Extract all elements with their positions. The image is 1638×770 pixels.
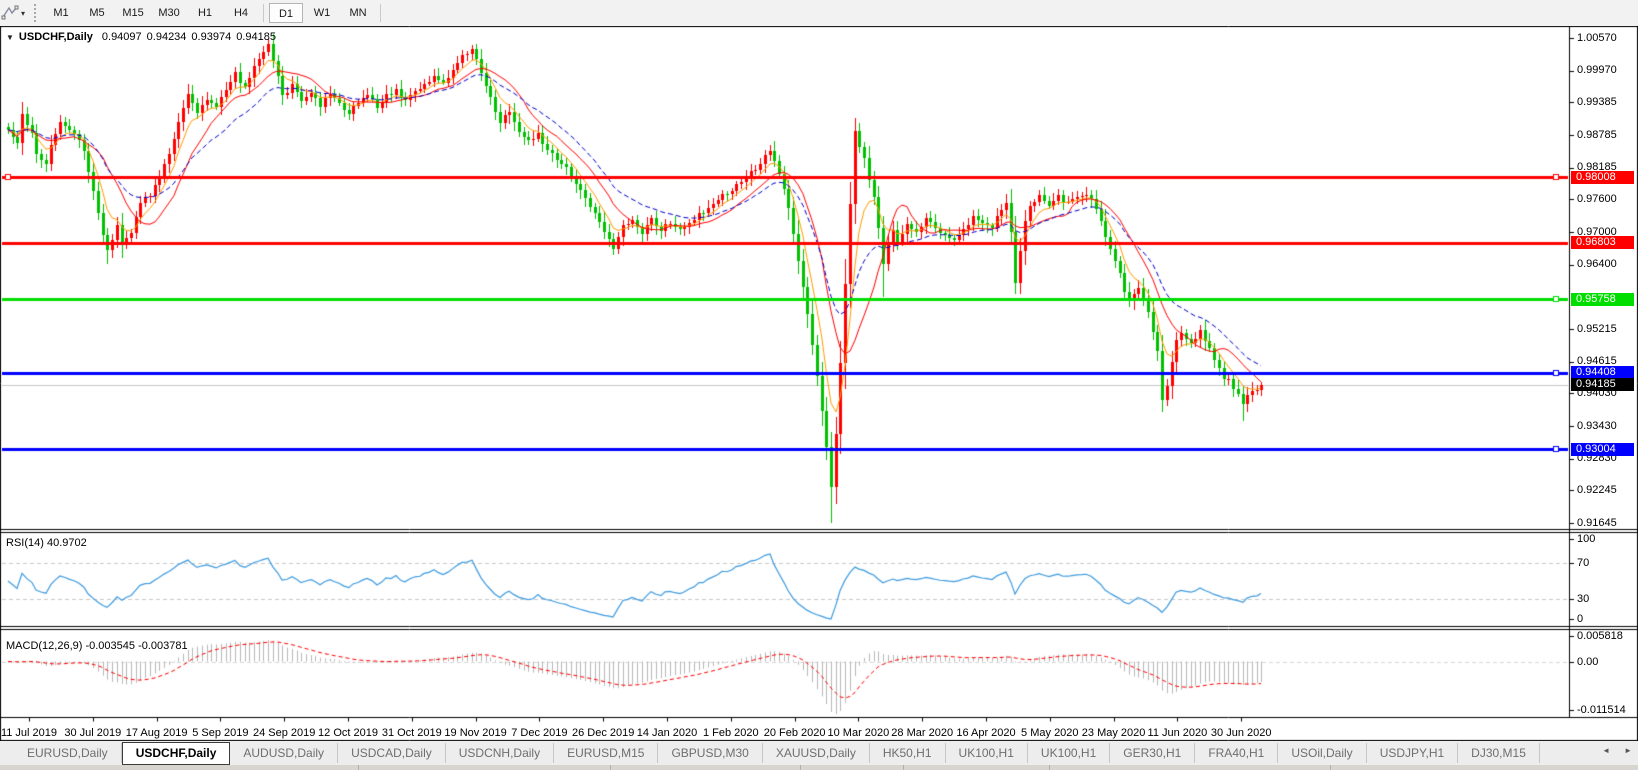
chart-tab-usdjpy-h1[interactable]: USDJPY,H1 [1367,743,1459,763]
timeframe-button-m1[interactable]: M1 [44,3,78,23]
chart-window: ▼ USDCHF,Daily 0.94097 0.94234 0.93974 0.9418… [0,26,1638,741]
status-bar-divider [1330,765,1331,770]
date-label: 5 May 2020 [1021,727,1079,739]
chart-tab-dj30-m15[interactable]: DJ30,M15 [1458,743,1540,763]
price-tick-label: 0.97600 [1577,192,1617,205]
chart-tab-gbpusd-m30[interactable]: GBPUSD,M30 [658,743,763,763]
drawing-tool-group: ▾ [0,4,29,22]
date-label: 31 Oct 2019 [381,727,442,739]
timeframe-button-mn[interactable]: MN [341,3,375,23]
price-level-tag-0.94408: 0.94408 [1571,366,1634,380]
toolbar-separator [380,4,382,22]
rsi-scale-label: 0 [1577,613,1584,625]
date-label: 24 Sep 2019 [252,727,316,739]
rsi-indicator-label: RSI(14) 40.9702 [6,537,87,549]
timeframe-button-h4[interactable]: H4 [224,3,258,23]
ohlc-high: 0.94234 [146,31,187,43]
rsi-scale-label: 30 [1577,593,1590,605]
chart-tab-usdcad-daily[interactable]: USDCAD,Daily [338,743,446,763]
rsi-scale-label: 100 [1577,533,1596,545]
current-price-tag-0.94185: 0.94185 [1571,378,1634,392]
date-label: 19 Nov 2019 [444,727,507,739]
macd-scale-label: 0.00 [1577,655,1599,668]
chart-tab-hk50-h1[interactable]: HK50,H1 [870,743,946,763]
chart-symbol-label: USDCHF,Daily [18,31,93,43]
toolbar-dropdown-arrow-icon[interactable]: ▾ [21,9,25,18]
date-label: 20 Feb 2020 [763,727,826,739]
price-tick-label: 0.99385 [1577,95,1617,108]
date-label: 10 Mar 2020 [827,727,890,739]
price-level-tag-0.93004: 0.93004 [1571,442,1634,456]
timeframe-buttons: M1 M5 M15 M30 H1 H4 D1 W1 MN [43,3,385,23]
date-label: 11 Jun 2020 [1147,727,1208,739]
date-label: 30 Jul 2019 [64,727,122,739]
chart-tab-uk100-h1[interactable]: UK100,H1 [946,743,1028,763]
macd-scale-label: 0.005818 [1577,630,1623,642]
timeframe-button-w1[interactable]: W1 [305,3,339,23]
price-tick-label: 0.95215 [1577,322,1617,335]
chart-tab-ger30-h1[interactable]: GER30,H1 [1110,743,1196,763]
chart-tab-eurusd-daily[interactable]: EURUSD,Daily [14,743,122,763]
timeframe-button-m30[interactable]: M30 [152,3,186,23]
tab-scroll-buttons: ◄ ► [1602,746,1632,755]
chart-tab-fra40-h1[interactable]: FRA40,H1 [1195,743,1279,763]
tab-scroll-right-icon[interactable]: ► [1624,746,1632,755]
date-label: 23 May 2020 [1081,727,1146,739]
price-tick-label: 0.91645 [1577,516,1617,529]
drawing-tool-icon[interactable] [1,4,19,22]
timeframe-button-m15[interactable]: M15 [116,3,150,23]
timeframe-button-h1[interactable]: H1 [188,3,222,23]
toolbar-separator [263,4,265,22]
status-bar-divider [800,765,801,770]
price-tick-label: 0.99970 [1577,64,1617,77]
chart-tab-bar: EURUSD,Daily USDCHF,Daily AUDUSD,Daily USDC… [0,741,1638,765]
status-bar [0,765,1638,770]
chart-tab-xauusd-daily[interactable]: XAUUSD,Daily [763,743,870,763]
date-label: 1 Feb 2020 [702,727,759,739]
date-label: 16 Apr 2020 [956,727,1016,739]
chart-tab-uk100-h1[interactable]: UK100,H1 [1028,743,1111,763]
timeframe-button-m5[interactable]: M5 [80,3,114,23]
price-level-tag-0.98008: 0.98008 [1571,170,1634,184]
mt4-window: ▾ M1 M5 M15 M30 H1 H4 D1 W1 MN ▼ USDCHF,Daily 0.94… [0,0,1638,770]
price-tick-label: 0.93430 [1577,419,1617,432]
chart-canvas[interactable] [0,26,1638,741]
toolbar-grip[interactable] [34,4,37,22]
ohlc-open: 0.94097 [101,31,142,43]
date-label: 26 Dec 2019 [571,727,635,739]
status-bar-divider [903,765,904,770]
date-label: 11 Jul 2019 [0,727,58,739]
date-label: 28 Mar 2020 [891,727,954,739]
price-tick-label: 0.96400 [1577,258,1617,271]
ohlc-close: 0.94185 [236,31,276,43]
chart-tab-usdchf-daily[interactable]: USDCHF,Daily [121,742,231,765]
date-label: 7 Dec 2019 [511,727,568,739]
date-label: 30 Jun 2020 [1210,727,1272,739]
price-tick-label: 0.92245 [1577,483,1617,496]
tab-scroll-left-icon[interactable]: ◄ [1602,746,1610,755]
collapse-arrow-icon[interactable]: ▼ [6,33,14,42]
ohlc-low: 0.93974 [191,31,232,43]
date-label: 14 Jan 2020 [636,727,698,739]
status-bar-divider [610,765,611,770]
chart-tab-audusd-daily[interactable]: AUDUSD,Daily [230,743,339,763]
chart-tab-usdcnh-daily[interactable]: USDCNH,Daily [446,743,555,763]
toolbar: ▾ M1 M5 M15 M30 H1 H4 D1 W1 MN [0,0,1638,26]
date-label: 12 Oct 2019 [318,727,378,739]
price-level-tag-0.96803: 0.96803 [1571,236,1634,250]
price-tick-label: 1.00570 [1577,31,1617,44]
macd-scale-label: -0.011514 [1577,704,1626,716]
date-label: 5 Sep 2019 [192,727,249,739]
chart-tab-eurusd-m15[interactable]: EURUSD,M15 [554,743,659,763]
timeframe-button-d1[interactable]: D1 [269,3,304,23]
status-bar-divider [358,765,359,770]
macd-indicator-label: MACD(12,26,9) -0.003545 -0.003781 [6,640,188,652]
rsi-scale-label: 70 [1577,557,1590,569]
chart-tab-usoil-daily[interactable]: USOil,Daily [1278,743,1367,763]
date-label: 17 Aug 2019 [125,727,188,739]
chart-title: ▼ USDCHF,Daily 0.94097 0.94234 0.93974 0.9418… [6,31,281,43]
price-tick-label: 0.98785 [1577,128,1617,141]
status-bar-divider [1049,765,1050,770]
price-level-tag-0.95758: 0.95758 [1571,292,1634,306]
